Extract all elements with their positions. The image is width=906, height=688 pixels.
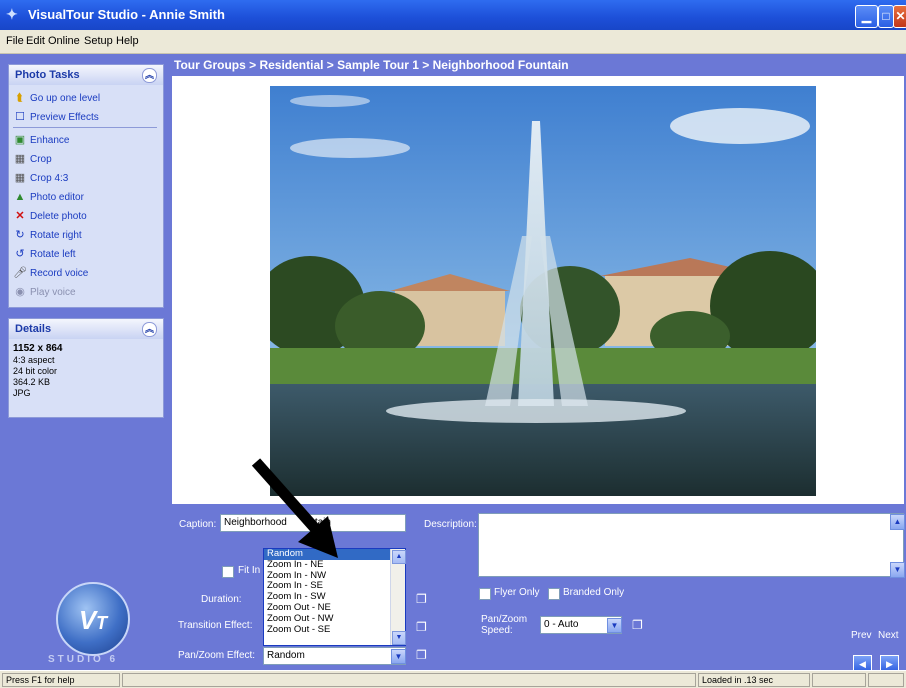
divider [13, 127, 157, 128]
details-header[interactable]: Details ︽ [9, 319, 163, 339]
photo-tasks-title: Photo Tasks [15, 69, 80, 81]
enhance-icon: ▣ [14, 134, 26, 146]
fountain-photo [270, 86, 816, 496]
scroll-down-icon[interactable]: ▼ [392, 631, 406, 645]
task-crop[interactable]: ▦ Crop [13, 150, 52, 168]
flyer-only-label: Flyer Only [494, 587, 540, 598]
panzoom-speed-label-2: Speed: [481, 625, 513, 636]
photo-tasks-header[interactable]: Photo Tasks ︽ [9, 65, 163, 85]
details-title: Details [15, 323, 52, 335]
logo-text: STUDIO 6 [48, 654, 119, 665]
copy-icon[interactable]: ❐ [416, 592, 430, 608]
description-input[interactable] [478, 513, 904, 577]
maximize-button[interactable]: □ [878, 5, 894, 28]
caption-label: Caption: [179, 519, 217, 530]
task-rotate-right[interactable]: ↻ Rotate right [13, 226, 81, 244]
duration-label: Duration: [201, 594, 242, 605]
rotate-left-icon: ↺ [15, 248, 25, 260]
minimize-button[interactable]: ▁ [855, 5, 878, 28]
app-logo: VT [56, 582, 130, 656]
menu-online[interactable]: Online [48, 35, 80, 47]
copy-icon[interactable]: ❐ [416, 648, 430, 664]
task-play-voice: ◉ Play voice [13, 283, 75, 301]
branded-only-checkbox[interactable] [548, 588, 560, 600]
scroll-up-icon[interactable]: ▲ [890, 514, 905, 530]
chevron-down-icon[interactable]: ▼ [607, 618, 622, 633]
task-enhance[interactable]: ▣ Enhance [13, 131, 70, 149]
task-record-voice[interactable]: 🎤︎ Record voice [13, 264, 88, 282]
dropdown-option[interactable]: Zoom Out - SE [264, 624, 405, 636]
status-loaded: Loaded in .13 sec [698, 673, 810, 687]
scroll-up-icon[interactable]: ▲ [392, 550, 406, 564]
detail-format: JPG [13, 388, 31, 398]
task-delete-photo[interactable]: ✕ Delete photo [13, 207, 86, 225]
photo-editor-icon: ▲ [14, 191, 26, 203]
prev-label: Prev [851, 630, 872, 641]
next-label: Next [878, 630, 899, 641]
dropdown-option[interactable]: Zoom Out - NW [264, 613, 405, 625]
panzoom-effect-select[interactable]: Random [263, 647, 406, 665]
menu-setup[interactable]: Setup [84, 35, 113, 47]
scroll-down-icon[interactable]: ▼ [890, 562, 905, 578]
fit-in-checkbox[interactable] [222, 566, 234, 578]
task-rotate-left[interactable]: ↺ Rotate left [13, 245, 75, 263]
menu-file[interactable]: File [6, 35, 24, 47]
task-preview-effects[interactable]: ☐ Preview Effects [13, 108, 99, 126]
speaker-icon: ◉ [15, 286, 25, 298]
status-spacer [122, 673, 696, 687]
breadcrumb: Tour Groups > Residential > Sample Tour … [174, 58, 569, 72]
status-help: Press F1 for help [2, 673, 120, 687]
microphone-icon: 🎤︎ [13, 267, 27, 279]
window-title: VisualTour Studio - Annie Smith [28, 7, 225, 22]
dropdown-scrollbar[interactable]: ▲ ▼ [390, 549, 406, 645]
pointer-arrow [251, 458, 338, 558]
app-icon: ✦ [6, 6, 18, 22]
copy-icon[interactable]: ❐ [632, 618, 646, 634]
status-panel [868, 673, 904, 687]
task-go-up[interactable]: ⮬ Go up one level [13, 89, 100, 107]
copy-icon[interactable]: ❐ [416, 620, 430, 636]
detail-dimensions: 1152 x 864 [13, 343, 63, 354]
collapse-icon[interactable]: ︽ [142, 68, 157, 83]
detail-aspect: 4:3 aspect [13, 355, 55, 365]
crop-icon: ▦ [14, 172, 26, 184]
panzoom-effect-label: Pan/Zoom Effect: [178, 650, 256, 661]
task-crop-43[interactable]: ▦ Crop 4:3 [13, 169, 69, 187]
checkbox-icon: ☐ [15, 111, 25, 123]
description-label: Description: [424, 519, 477, 530]
menu-help[interactable]: Help [116, 35, 139, 47]
detail-size: 364.2 KB [13, 377, 51, 387]
flyer-only-checkbox[interactable] [479, 588, 491, 600]
folder-up-icon: ⮬ [16, 92, 24, 104]
delete-icon: ✕ [15, 210, 25, 222]
detail-color: 24 bit color [13, 366, 58, 376]
branded-only-label: Branded Only [563, 587, 625, 598]
photo-tasks-panel: Photo Tasks ︽ ⮬ Go up one level ☐ Preview … [8, 64, 164, 308]
details-panel: Details ︽ 1152 x 864 4:3 aspect 24 bit c… [8, 318, 164, 418]
crop-icon: ▦ [14, 153, 26, 165]
title-bar: ✦ VisualTour Studio - Annie Smith ▁ □ ✕ [0, 0, 906, 30]
menu-edit[interactable]: Edit [26, 35, 45, 47]
menu-bar: File Edit Online Setup Help [0, 30, 906, 54]
collapse-icon[interactable]: ︽ [142, 322, 157, 337]
status-panel [812, 673, 866, 687]
close-button[interactable]: ✕ [893, 5, 906, 28]
chevron-down-icon[interactable]: ▼ [391, 649, 406, 664]
rotate-right-icon: ↻ [15, 229, 25, 241]
panzoom-speed-label: Pan/Zoom [481, 614, 528, 625]
status-bar: Press F1 for help Loaded in .13 sec [0, 670, 906, 688]
transition-label: Transition Effect: [178, 620, 253, 631]
task-photo-editor[interactable]: ▲ Photo editor [13, 188, 84, 206]
